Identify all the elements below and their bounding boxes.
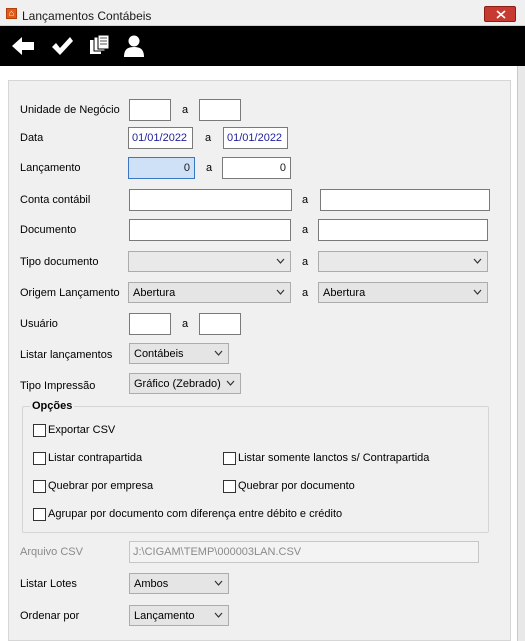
conta-sep: a bbox=[302, 194, 309, 206]
listar-lancamentos-label: Listar lançamentos bbox=[20, 349, 113, 361]
lancamento-to-input[interactable]: 0 bbox=[222, 157, 291, 179]
origem-to-select[interactable]: Abertura bbox=[318, 282, 488, 303]
data-to-input[interactable]: 01/01/2022 bbox=[223, 127, 288, 149]
listar-lotes-value: Ambos bbox=[134, 578, 169, 590]
conta-label: Conta contábil bbox=[20, 194, 91, 206]
chevron-down-icon bbox=[473, 258, 482, 264]
chevron-down-icon bbox=[214, 580, 223, 586]
agrupar-label[interactable]: Agrupar por documento com diferença entr… bbox=[48, 508, 342, 520]
listar-contrapartida-checkbox[interactable] bbox=[33, 452, 46, 465]
tipo-impressao-value: Gráfico (Zebrado) bbox=[134, 378, 221, 390]
app-icon: ⌂ bbox=[6, 8, 17, 19]
chevron-down-icon bbox=[276, 258, 285, 264]
ordenar-por-label: Ordenar por bbox=[20, 610, 80, 622]
listar-somente-label[interactable]: Listar somente lanctos s/ Contrapartida bbox=[238, 452, 429, 464]
window-title: Lançamentos Contábeis bbox=[22, 9, 152, 23]
data-from-input[interactable]: 01/01/2022 bbox=[128, 127, 193, 149]
documento-to-input[interactable] bbox=[318, 219, 488, 241]
chevron-down-icon bbox=[473, 289, 482, 295]
lancamento-label: Lançamento bbox=[20, 162, 81, 174]
chevron-down-icon bbox=[276, 289, 285, 295]
ordenar-por-select[interactable]: Lançamento bbox=[129, 605, 229, 626]
exportar-csv-checkbox[interactable] bbox=[33, 424, 46, 437]
check-icon[interactable] bbox=[50, 34, 74, 58]
tipo-documento-sep: a bbox=[302, 256, 309, 268]
listar-lotes-label: Listar Lotes bbox=[20, 578, 77, 590]
usuario-label: Usuário bbox=[20, 318, 58, 330]
tipo-impressao-label: Tipo Impressão bbox=[20, 380, 96, 392]
usuario-from-input[interactable] bbox=[129, 313, 171, 335]
unidade-from-input[interactable] bbox=[129, 99, 171, 121]
ordenar-por-value: Lançamento bbox=[134, 610, 195, 622]
tipo-impressao-select[interactable]: Gráfico (Zebrado) bbox=[129, 373, 241, 394]
toolbar bbox=[0, 26, 525, 66]
tipo-documento-to-select[interactable] bbox=[318, 251, 488, 272]
listar-lotes-select[interactable]: Ambos bbox=[129, 573, 229, 594]
arquivo-csv-label: Arquivo CSV bbox=[20, 546, 83, 558]
documento-sep: a bbox=[302, 224, 309, 236]
lancamento-sep: a bbox=[206, 162, 213, 174]
quebrar-documento-label[interactable]: Quebrar por documento bbox=[238, 480, 355, 492]
chevron-down-icon bbox=[226, 380, 235, 386]
window-frame-left bbox=[0, 66, 8, 641]
quebrar-documento-checkbox[interactable] bbox=[223, 480, 236, 493]
tipo-documento-from-select[interactable] bbox=[128, 251, 291, 272]
tipo-documento-label: Tipo documento bbox=[20, 256, 99, 268]
origem-from-value: Abertura bbox=[133, 287, 176, 299]
listar-contrapartida-label[interactable]: Listar contrapartida bbox=[48, 452, 142, 464]
agrupar-checkbox[interactable] bbox=[33, 508, 46, 521]
unidade-label: Unidade de Negócio bbox=[20, 104, 120, 116]
arquivo-csv-input[interactable]: J:\CIGAM\TEMP\000003LAN.CSV bbox=[129, 541, 479, 563]
copy-pages-icon[interactable] bbox=[88, 34, 112, 58]
close-button[interactable] bbox=[484, 6, 516, 22]
origem-to-value: Abertura bbox=[323, 287, 366, 299]
origem-from-select[interactable]: Abertura bbox=[128, 282, 291, 303]
usuario-to-input[interactable] bbox=[199, 313, 241, 335]
lancamento-from-input[interactable]: 0 bbox=[128, 157, 195, 179]
documento-from-input[interactable] bbox=[129, 219, 291, 241]
close-icon bbox=[496, 10, 506, 19]
documento-label: Documento bbox=[20, 224, 77, 236]
unidade-to-input[interactable] bbox=[199, 99, 241, 121]
conta-to-input[interactable] bbox=[320, 189, 490, 211]
quebrar-empresa-label[interactable]: Quebrar por empresa bbox=[48, 480, 153, 492]
listar-lancamentos-select[interactable]: Contábeis bbox=[129, 343, 229, 364]
listar-somente-checkbox[interactable] bbox=[223, 452, 236, 465]
title-bar: ⌂ Lançamentos Contábeis bbox=[0, 0, 525, 26]
listar-lancamentos-value: Contábeis bbox=[134, 348, 184, 360]
usuario-sep: a bbox=[182, 318, 189, 330]
data-label: Data bbox=[20, 132, 44, 144]
user-icon[interactable] bbox=[122, 34, 146, 58]
unidade-sep: a bbox=[182, 104, 189, 116]
chevron-down-icon bbox=[214, 612, 223, 618]
quebrar-empresa-checkbox[interactable] bbox=[33, 480, 46, 493]
chevron-down-icon bbox=[214, 350, 223, 356]
opcoes-title: Opções bbox=[30, 400, 75, 412]
window-frame-right bbox=[517, 66, 525, 641]
origem-label: Origem Lançamento bbox=[20, 287, 120, 299]
data-sep: a bbox=[205, 132, 212, 144]
back-arrow-icon[interactable] bbox=[10, 34, 34, 58]
conta-from-input[interactable] bbox=[129, 189, 292, 211]
exportar-csv-label[interactable]: Exportar CSV bbox=[48, 424, 115, 436]
origem-sep: a bbox=[302, 287, 309, 299]
